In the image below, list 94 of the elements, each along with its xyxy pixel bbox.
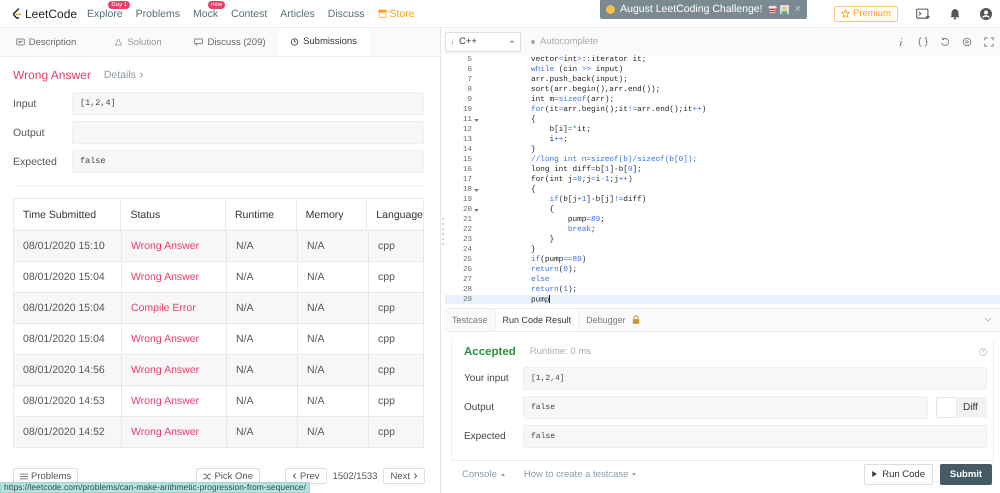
info-icon (451, 38, 454, 46)
field-label: Expected (464, 430, 507, 442)
result-status: Wrong Answer (13, 68, 91, 82)
nav-link[interactable]: Mock (193, 8, 218, 20)
panel-tab[interactable]: Submissions (278, 28, 369, 56)
field-label: Expected (13, 156, 58, 168)
star-icon (840, 9, 850, 18)
status-link[interactable]: Wrong Answer (121, 417, 226, 447)
panel-tab[interactable]: Discuss (209) (184, 28, 276, 56)
table-cell-text: 08/01/2020 15:10 (22, 239, 106, 254)
logo[interactable]: LeetCode (12, 6, 78, 20)
clock-icon (290, 38, 300, 46)
table-cell-text: 08/01/2020 15:04 (22, 270, 106, 285)
caret-icon (500, 472, 505, 476)
field-label: Your input (464, 372, 510, 384)
fold-icon[interactable] (474, 118, 479, 122)
lock-icon (632, 315, 640, 324)
user-icon[interactable] (980, 8, 992, 20)
status-url-tooltip: https://leetcode.com/problems/can-make-arithmetic-progression-from-sequence/ (0, 482, 310, 493)
store-icon (378, 9, 386, 18)
runtime-text: Runtime: 0 ms (530, 346, 592, 357)
table-cell-text: 08/01/2020 14:53 (22, 394, 106, 409)
challenge-banner[interactable]: August LeetCoding Challenge! × (600, 0, 807, 18)
play-icon (872, 471, 878, 478)
table-cell: N/A (297, 355, 368, 385)
table-cell: N/A (297, 417, 368, 447)
console-tab[interactable]: Testcase (445, 308, 495, 330)
page-counter: 1502/1533 (332, 470, 378, 484)
shirt-icon (768, 4, 777, 14)
language-select[interactable]: C++ (445, 32, 521, 52)
table-cell: N/A (226, 231, 297, 261)
collapse-icon[interactable] (984, 317, 992, 322)
fold-icon[interactable] (474, 208, 479, 212)
table-cell-text: 08/01/2020 14:56 (22, 363, 106, 378)
nav-link[interactable]: Discuss (328, 8, 364, 20)
field-label: Output (13, 126, 46, 138)
terminal-icon[interactable] (916, 8, 930, 20)
result-value: false (72, 150, 424, 173)
result-value: [1,2,4] (72, 92, 424, 115)
nav-link[interactable]: Problems (136, 8, 180, 20)
status-link[interactable]: Compile Error (121, 293, 226, 323)
fullscreen-icon[interactable] (984, 36, 994, 47)
fold-icon[interactable] (474, 188, 479, 192)
flask-icon (114, 38, 124, 46)
nav-link[interactable]: Articles (280, 8, 315, 20)
caret-icon (509, 40, 515, 44)
document-icon (16, 38, 25, 46)
result-value: false (523, 396, 928, 418)
banner-text: August LeetCoding Challenge! (620, 3, 763, 15)
table-cell-text: 08/01/2020 15:04 (22, 301, 106, 316)
table-cell: N/A (226, 355, 297, 385)
nav-link[interactable]: Explore (87, 8, 123, 20)
shuffle-icon (203, 472, 212, 480)
result-status: Accepted (464, 346, 516, 358)
caret-icon (632, 472, 636, 476)
column-header: Time Submitted (22, 208, 98, 222)
chat-icon (194, 38, 204, 46)
nav-link[interactable]: Contest (231, 8, 268, 20)
table-cell-text: 08/01/2020 15:04 (22, 332, 106, 347)
console-tab[interactable]: Debugger (579, 308, 647, 330)
status-link[interactable]: Wrong Answer (121, 355, 226, 385)
table-cell: N/A (226, 417, 297, 447)
chevron-left-icon (292, 473, 297, 479)
chevron-right-icon (138, 72, 144, 78)
field-label: Output (464, 402, 496, 412)
table-cell: cpp (368, 417, 423, 447)
reset-icon[interactable] (940, 36, 950, 47)
settings-icon[interactable] (962, 36, 972, 47)
table-cell: cpp (368, 231, 423, 261)
panel-tab[interactable]: Description (0, 28, 92, 56)
status-link[interactable]: Wrong Answer (121, 231, 226, 261)
diff-toggle[interactable]: Diff (936, 396, 987, 418)
table-cell: N/A (297, 231, 368, 261)
testcase-help-link[interactable]: How to create a testcase (524, 468, 636, 480)
submit-button[interactable]: Submit (940, 464, 992, 485)
braces-icon[interactable] (918, 36, 928, 47)
field-label: Input (13, 98, 38, 110)
run-code-button[interactable]: Run Code (864, 464, 933, 485)
bell-icon[interactable] (950, 8, 960, 20)
table-cell: cpp (368, 293, 423, 323)
list-icon (20, 472, 28, 480)
result-value: false (523, 424, 987, 448)
table-cell-text: 08/01/2020 14:52 (22, 425, 106, 440)
table-cell: N/A (297, 293, 368, 323)
console-link[interactable]: Console (462, 468, 505, 480)
result-value: [1,2,4] (523, 366, 987, 390)
prev-button[interactable]: Prev (284, 468, 327, 484)
next-button[interactable]: Next (383, 468, 425, 484)
person-icon (780, 4, 789, 14)
chevron-right-icon (413, 473, 418, 479)
table-cell: N/A (226, 293, 297, 323)
details-link[interactable]: Details (104, 69, 144, 81)
table-cell: cpp (368, 355, 423, 385)
console-tab[interactable]: Run Code Result (494, 308, 580, 330)
